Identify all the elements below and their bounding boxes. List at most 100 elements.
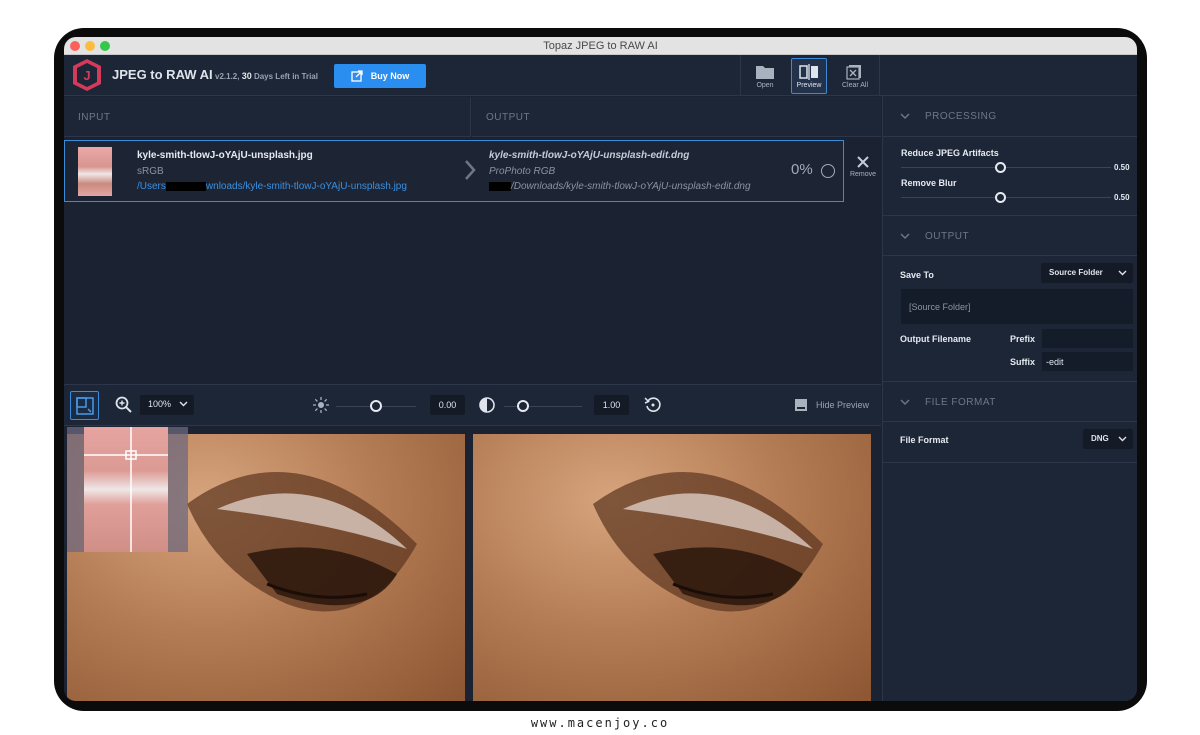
input-path[interactable]: /Users wnloads/kyle-smith-tlowJ-oYAjU-uns… xyxy=(137,181,407,192)
file-format-section-header[interactable]: FILE FORMAT xyxy=(883,381,1137,422)
output-path-end: /Downloads/kyle-smith-tlowJ-oYAjU-unspla… xyxy=(511,181,751,192)
preview-label: Preview xyxy=(796,81,822,89)
app-header: J JPEG to RAW AI v2.1.2, 30 Days Left in… xyxy=(64,55,1137,96)
settings-sidebar: PROCESSING Reduce JPEG Artifacts 0.50 Re… xyxy=(882,96,1137,701)
app-version: v2.1.2, xyxy=(215,72,240,81)
reduce-artifacts-value: 0.50 xyxy=(1114,163,1130,172)
file-format-title: FILE FORMAT xyxy=(925,397,996,408)
chevron-down-icon xyxy=(900,233,910,239)
svg-text:J: J xyxy=(83,68,90,83)
chevron-down-icon xyxy=(1118,270,1127,276)
folder-icon xyxy=(756,65,774,79)
trial-text: Days Left in Trial xyxy=(253,72,318,81)
save-to-select[interactable]: Source Folder xyxy=(1041,263,1133,283)
contrast-slider-knob[interactable] xyxy=(517,400,529,412)
reduce-artifacts-knob[interactable] xyxy=(995,162,1006,173)
eye-closeup-image xyxy=(593,472,823,612)
app-window: Topaz JPEG to RAW AI J JPEG to RAW AI v2… xyxy=(64,37,1137,701)
buy-now-label: Buy Now xyxy=(370,71,410,81)
redaction-bar xyxy=(165,181,206,191)
navigator-panel[interactable] xyxy=(67,427,188,552)
open-button[interactable]: Open xyxy=(747,58,783,94)
prefix-input[interactable] xyxy=(1042,329,1133,348)
hide-preview-icon xyxy=(795,399,807,411)
app-logo-icon: J xyxy=(73,59,101,91)
clear-all-label: Clear All xyxy=(841,81,869,89)
progress-percent: 0% xyxy=(791,161,813,178)
output-column-header: OUTPUT xyxy=(472,97,881,137)
remove-blur-slider[interactable] xyxy=(901,197,1111,198)
remove-blur-knob[interactable] xyxy=(995,192,1006,203)
processing-title: PROCESSING xyxy=(925,111,997,122)
output-filename: kyle-smith-tlowJ-oYAjU-unsplash-edit.dng xyxy=(489,150,690,161)
remove-blur-label: Remove Blur xyxy=(901,178,957,188)
redaction-bar xyxy=(489,181,511,191)
clear-all-button[interactable]: Clear All xyxy=(837,58,873,94)
input-filename: kyle-smith-tlowJ-oYAjU-unsplash.jpg xyxy=(137,150,313,161)
brightness-slider-knob[interactable] xyxy=(370,400,382,412)
contrast-icon xyxy=(479,397,495,413)
zoom-select[interactable]: 100% xyxy=(140,395,194,415)
preview-area xyxy=(64,427,881,701)
open-label: Open xyxy=(756,81,774,89)
after-preview[interactable] xyxy=(473,434,871,701)
chevron-right-icon xyxy=(465,160,476,180)
hide-preview-label: Hide Preview xyxy=(816,400,870,410)
contrast-value[interactable]: 1.00 xyxy=(594,395,629,415)
chevron-down-icon xyxy=(900,113,910,119)
input-path-start: /Users xyxy=(137,181,166,192)
clear-all-icon xyxy=(846,64,861,80)
reduce-artifacts-slider[interactable] xyxy=(901,167,1111,168)
trial-days: 30 xyxy=(241,71,252,81)
input-colorspace: sRGB xyxy=(137,166,164,177)
chevron-down-icon xyxy=(179,401,188,407)
preview-toolbar: 100% 0.00 1.00 Hide Preview xyxy=(64,384,881,426)
output-section-header[interactable]: OUTPUT xyxy=(883,215,1137,256)
navigator-crosshair-icon[interactable] xyxy=(67,427,188,552)
hide-preview-button[interactable]: Hide Preview xyxy=(794,398,869,412)
divider xyxy=(883,462,1137,463)
suffix-input[interactable]: -edit xyxy=(1042,352,1133,371)
window-title: Topaz JPEG to RAW AI xyxy=(543,40,658,52)
contrast-slider[interactable] xyxy=(504,406,582,407)
chevron-down-icon xyxy=(1118,436,1127,442)
input-path-end: wnloads/kyle-smith-tlowJ-oYAjU-unsplash.… xyxy=(205,181,407,192)
input-column-header: INPUT xyxy=(64,97,471,137)
brightness-icon xyxy=(313,397,329,413)
file-format-value: DNG xyxy=(1091,434,1109,443)
progress-circle-icon xyxy=(821,164,835,178)
preview-button[interactable]: Preview xyxy=(791,58,827,94)
brightness-value[interactable]: 0.00 xyxy=(430,395,465,415)
processing-section-header[interactable]: PROCESSING xyxy=(883,96,1137,137)
watermark-caption: www.macenjoy.co xyxy=(530,716,670,730)
navigator-icon xyxy=(75,396,94,415)
close-icon xyxy=(857,156,869,168)
suffix-label: Suffix xyxy=(1010,357,1036,367)
reduce-artifacts-label: Reduce JPEG Artifacts xyxy=(901,148,999,158)
zoom-in-icon[interactable] xyxy=(115,396,133,414)
prefix-label: Prefix xyxy=(1010,334,1036,344)
file-thumbnail xyxy=(78,147,112,196)
output-title: OUTPUT xyxy=(925,231,970,242)
save-to-value: Source Folder xyxy=(1049,268,1103,277)
buy-now-button[interactable]: Buy Now xyxy=(334,64,426,88)
reset-icon[interactable] xyxy=(644,396,662,414)
external-link-icon xyxy=(351,70,363,82)
toolbar-group: Open Preview Clear All xyxy=(740,55,880,96)
file-row[interactable]: kyle-smith-tlowJ-oYAjU-unsplash.jpg sRGB… xyxy=(64,140,876,202)
remove-label: Remove xyxy=(849,171,877,178)
title-bar: Topaz JPEG to RAW AI xyxy=(64,37,1137,55)
file-format-select[interactable]: DNG xyxy=(1083,429,1133,449)
trial-info: v2.1.2, 30 Days Left in Trial xyxy=(215,71,318,81)
split-view-icon xyxy=(799,63,818,80)
zoom-value: 100% xyxy=(148,399,172,409)
output-folder-field[interactable]: [Source Folder] xyxy=(901,289,1133,324)
chevron-down-icon xyxy=(900,399,910,405)
output-colorspace: ProPhoto RGB xyxy=(489,166,556,177)
remove-blur-value: 0.50 xyxy=(1114,193,1130,202)
app-name: JPEG to RAW AI xyxy=(112,67,213,82)
remove-button[interactable]: Remove xyxy=(847,155,879,178)
navigator-toggle-button[interactable] xyxy=(70,391,99,420)
output-path: /Downloads/kyle-smith-tlowJ-oYAjU-unspla… xyxy=(489,181,751,192)
save-to-label: Save To xyxy=(900,270,934,280)
